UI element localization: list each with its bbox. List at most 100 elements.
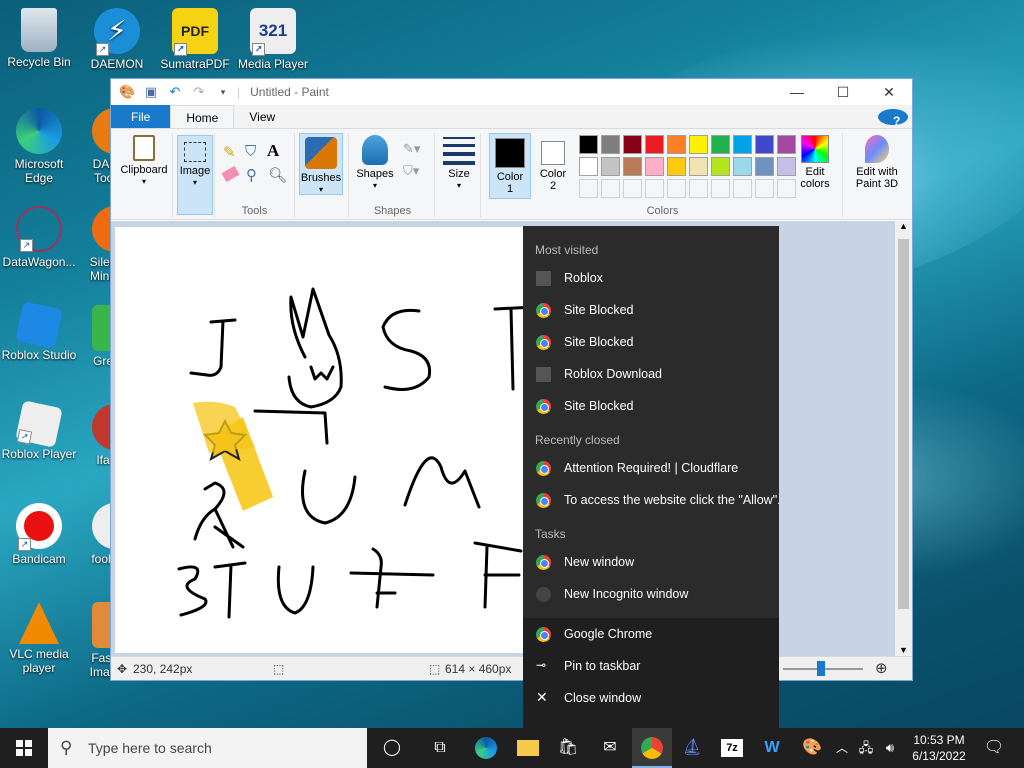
color-swatch[interactable] [733,135,752,154]
color-swatch[interactable] [579,135,598,154]
scroll-thumb[interactable] [898,239,909,609]
paint-app-icon[interactable]: 🎨 [119,84,135,100]
desktop-icon-media-player[interactable]: 321 ↗ Media Player [234,8,312,71]
color-swatch[interactable] [623,157,642,176]
clipboard-button[interactable]: Clipboard ▾ [117,135,171,188]
scroll-up-icon[interactable]: ▲ [895,221,912,231]
jump-item-new-incognito[interactable]: New Incognito window [523,578,779,610]
edit-with-paint3d-button[interactable]: Edit with Paint 3D [847,135,907,190]
7zip-icon[interactable]: 7z [712,728,752,768]
title-bar[interactable]: 🎨 ▣ ↶ ↷ ▾ | Untitled - Paint — ☐ ✕ [111,79,912,105]
color-swatch[interactable] [667,135,686,154]
edit-colors-button[interactable]: Edit colors [793,135,837,190]
color-picker-icon[interactable]: ⚲ [246,166,257,184]
jump-item-new-window[interactable]: New window [523,546,779,578]
magnifier-icon[interactable]: 🔍︎ [268,166,287,184]
store-icon[interactable]: 🛍︎ [548,728,588,768]
taskbar-search-box[interactable]: ⚲ Type here to search [48,728,367,768]
eraser-icon[interactable] [221,165,240,183]
notifications-icon[interactable]: 🗨︎ [974,728,1014,768]
cortana-icon[interactable]: ◯ [372,728,412,768]
color-swatch[interactable] [733,157,752,176]
w-app-icon[interactable]: W [752,728,792,768]
color-swatch[interactable] [601,135,620,154]
app-sail-icon[interactable]: ⛵︎ [672,728,712,768]
color-swatch[interactable] [733,179,752,198]
jump-item-close-window[interactable]: ✕ Close window [523,682,779,714]
jump-item-roblox-download[interactable]: Roblox Download [523,358,779,390]
jump-item-site-blocked[interactable]: Site Blocked [523,294,779,326]
zoom-thumb[interactable] [817,661,825,676]
scroll-down-icon[interactable]: ▼ [895,645,912,655]
desktop-icon-roblox-studio[interactable]: Roblox Studio [0,301,78,362]
jump-item-roblox[interactable]: Roblox [523,262,779,294]
close-button[interactable]: ✕ [866,79,912,105]
text-icon[interactable]: A [267,141,279,161]
taskbar-chrome-icon[interactable] [632,728,672,768]
task-view-icon[interactable]: ⧉ [420,728,460,768]
tab-view[interactable]: View [234,105,290,128]
color-swatch[interactable] [623,135,642,154]
tab-home[interactable]: Home [170,105,235,128]
taskbar-clock[interactable]: 10:53 PM 6/13/2022 [906,732,972,764]
maximize-button[interactable]: ☐ [820,79,866,105]
color-swatch[interactable] [689,179,708,198]
jump-item-allow[interactable]: To access the website click the "Allow".… [523,484,779,516]
size-button[interactable]: Size ▾ [439,137,479,192]
desktop-icon-microsoft-edge[interactable]: Microsoft Edge [0,108,78,185]
desktop-icon-vlc[interactable]: VLC media player [0,602,78,675]
redo-icon[interactable]: ↷ [191,84,207,100]
image-button[interactable]: Image ▾ [177,135,213,215]
color-swatch[interactable] [711,179,730,198]
file-explorer-icon[interactable] [508,728,548,768]
brushes-button[interactable]: Brushes ▾ [299,133,343,195]
jump-item-site-blocked[interactable]: Site Blocked [523,326,779,358]
desktop-icon-sumatrapdf[interactable]: PDF ↗ SumatraPDF [156,8,234,71]
network-icon[interactable]: 🖧 [854,728,878,768]
help-icon[interactable]: ? [878,109,908,128]
color-swatch[interactable] [711,157,730,176]
desktop-icon-datawagon[interactable]: ↗ DataWagon... [0,206,78,269]
color1-button[interactable]: Color 1 [489,133,531,199]
tab-file[interactable]: File [111,105,171,128]
fill-shape-icon[interactable]: ⛉▾ [403,163,419,179]
fill-icon[interactable]: ⛉ [245,143,256,160]
color-swatch[interactable] [689,157,708,176]
color-swatch[interactable] [601,157,620,176]
color-swatch[interactable] [755,179,774,198]
pencil-icon[interactable]: ✎ [223,143,236,161]
minimize-button[interactable]: — [774,79,820,105]
taskbar-edge-icon[interactable] [466,728,506,768]
jump-item-cloudflare[interactable]: Attention Required! | Cloudflare [523,452,779,484]
jump-item-google-chrome[interactable]: Google Chrome [523,618,779,650]
color-swatch[interactable] [667,179,686,198]
jump-item-site-blocked[interactable]: Site Blocked [523,390,779,422]
taskbar-paint-icon[interactable]: 🎨 [792,728,832,768]
color-swatch[interactable] [755,135,774,154]
color-swatch[interactable] [645,157,664,176]
color-swatch[interactable] [645,179,664,198]
customize-quick-access-icon[interactable]: ▾ [215,87,231,98]
color2-button[interactable]: Color 2 [533,133,573,192]
color-swatch[interactable] [601,179,620,198]
paint-window[interactable]: 🎨 ▣ ↶ ↷ ▾ | Untitled - Paint — ☐ ✕ File … [110,78,913,681]
save-icon[interactable]: ▣ [143,84,159,100]
color-swatch[interactable] [667,157,686,176]
outline-icon[interactable]: ✎▾ [403,141,420,157]
color-swatch[interactable] [689,135,708,154]
show-hidden-icons[interactable]: ︿ [830,728,854,768]
zoom-in-icon[interactable]: ⊕ [875,659,888,677]
jump-item-pin-to-taskbar[interactable]: ⊸ Pin to taskbar [523,650,779,682]
shapes-button[interactable]: Shapes ▾ [353,135,397,192]
desktop-icon-recycle-bin[interactable]: Recycle Bin [0,8,78,69]
color-swatch[interactable] [623,179,642,198]
vertical-scrollbar[interactable]: ▲ ▼ [895,221,912,657]
color-swatch[interactable] [579,157,598,176]
undo-icon[interactable]: ↶ [167,84,183,100]
start-button[interactable] [0,728,48,768]
color-swatch[interactable] [645,135,664,154]
desktop-icon-bandicam[interactable]: ↗ Bandicam [0,503,78,566]
color-swatch[interactable] [579,179,598,198]
volume-icon[interactable]: 🔊︎ [878,728,902,768]
color-swatch[interactable] [755,157,774,176]
